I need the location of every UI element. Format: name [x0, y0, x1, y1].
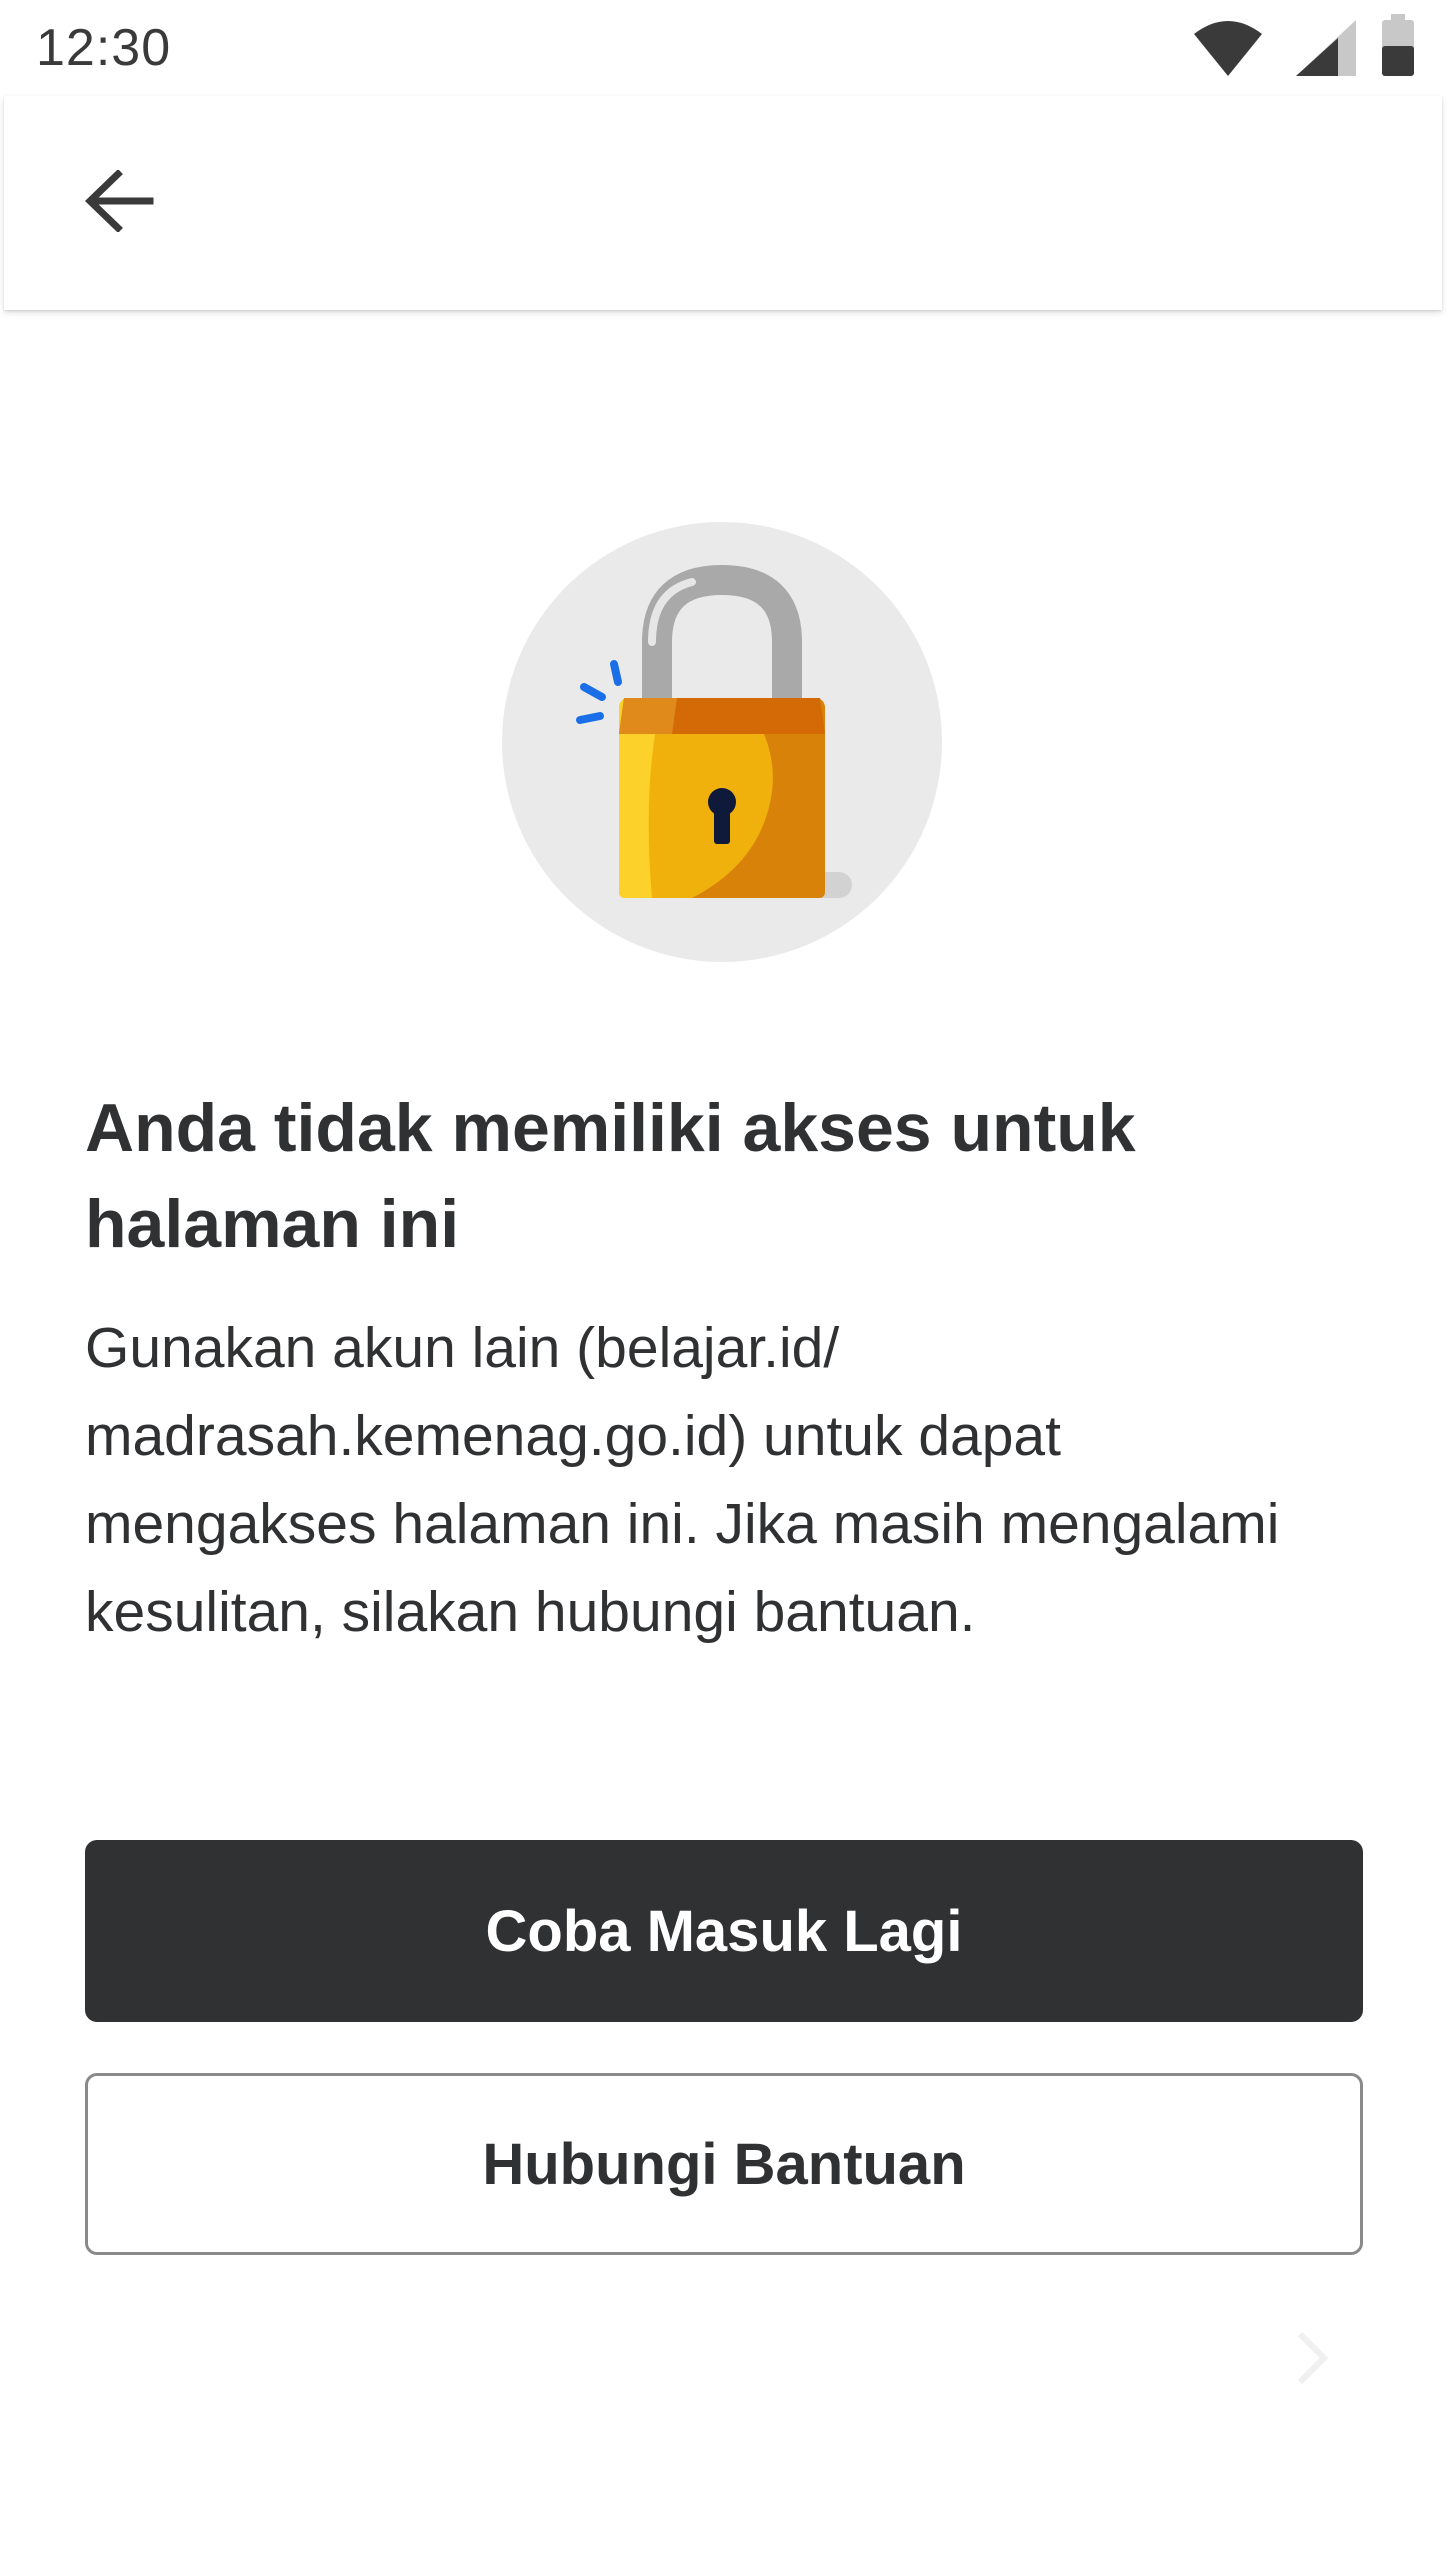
arrow-left-icon	[84, 170, 154, 232]
app-bar	[4, 96, 1442, 310]
padlock-icon	[502, 522, 942, 962]
status-time: 12:30	[36, 19, 172, 77]
back-button[interactable]	[64, 146, 174, 256]
wifi-icon	[1194, 21, 1262, 76]
page-message: Gunakan akun lain (belajar.id/ madrasah.…	[85, 1316, 1280, 1644]
battery-icon	[1382, 14, 1414, 76]
page-title: Anda tidak memiliki akses untuk halaman …	[85, 1090, 1136, 1262]
chevron-right-icon	[1297, 2331, 1329, 2385]
contact-help-button[interactable]: Hubungi Bantuan	[85, 2073, 1363, 2255]
status-bar: 12:30	[0, 0, 1448, 96]
retry-login-button[interactable]: Coba Masuk Lagi	[85, 1840, 1363, 2022]
cellular-signal-icon	[1296, 20, 1356, 76]
